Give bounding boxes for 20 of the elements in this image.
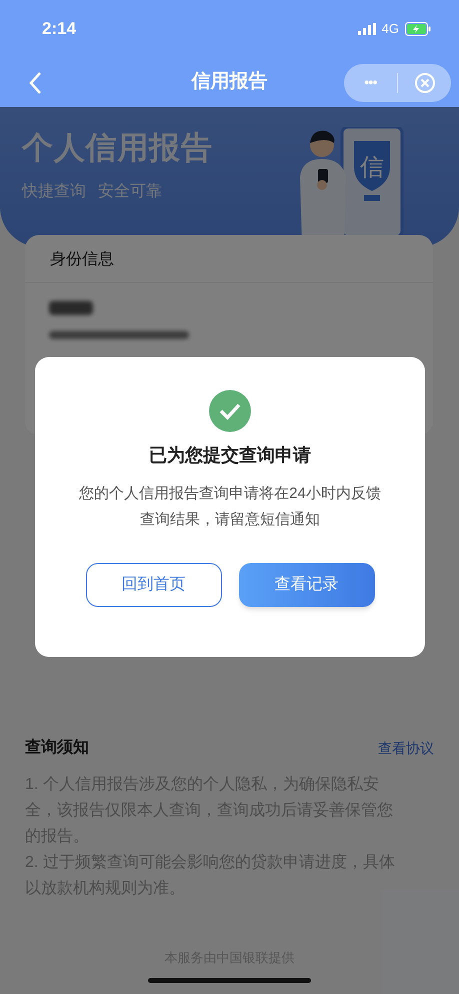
signal-icon [358, 23, 376, 35]
notice-title: 查询须知 [25, 738, 89, 758]
back-icon[interactable] [28, 70, 42, 94]
more-button[interactable]: ••• [344, 72, 397, 93]
agreement-link[interactable]: 查看协议 [378, 738, 434, 758]
banner-tagline: 快捷查询 [22, 182, 86, 202]
network-label: 4G [382, 20, 399, 38]
page-title: 信用报告 [192, 70, 268, 94]
banner-tagline: 安全可靠 [98, 182, 162, 202]
card-title: 身份信息 [25, 235, 433, 283]
status-time: 2:14 [42, 18, 76, 40]
battery-icon [405, 22, 431, 36]
success-check-icon [209, 390, 251, 432]
dialog-message: 您的个人信用报告查询申请将在24小时内反馈查询结果，请留意短信通知 [78, 484, 382, 530]
view-records-button[interactable]: 查看记录 [238, 563, 374, 607]
home-button[interactable]: 回到首页 [86, 563, 222, 607]
banner-title: 个人信用报告 [22, 129, 213, 167]
dialog-title: 已为您提交查询申请 [149, 444, 311, 467]
blurred-name [49, 301, 93, 315]
close-icon[interactable] [414, 72, 436, 94]
